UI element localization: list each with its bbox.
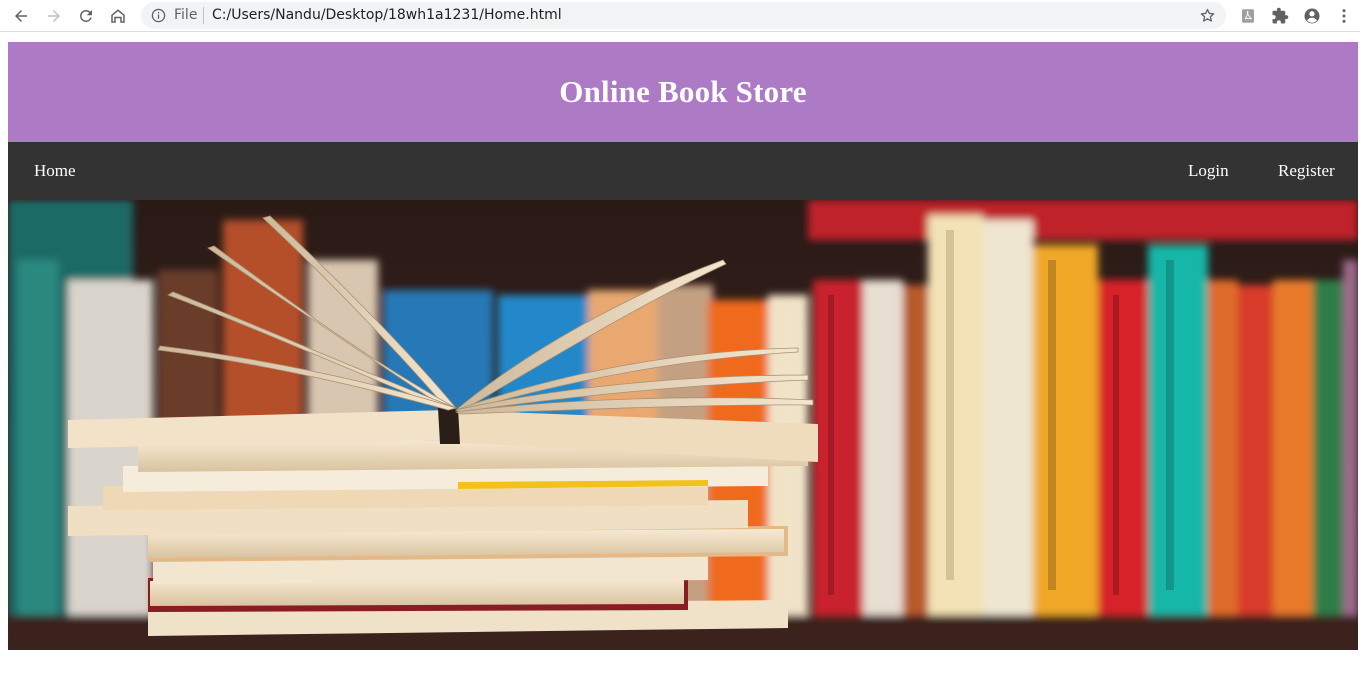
page-container: Online Book Store Home Login Register — [8, 42, 1358, 650]
forward-arrow-icon[interactable] — [42, 4, 66, 28]
account-icon[interactable] — [1300, 4, 1324, 28]
nav-home-link[interactable]: Home — [34, 142, 76, 200]
site-header: Online Book Store — [8, 42, 1358, 142]
books-banner — [8, 200, 1358, 650]
url-text[interactable]: C:/Users/Nandu/Desktop/18wh1a1231/Home.h… — [212, 8, 562, 23]
info-icon[interactable] — [151, 8, 166, 23]
nav-bar: Home Login Register — [8, 142, 1358, 200]
reload-icon[interactable] — [74, 4, 98, 28]
pdf-icon[interactable] — [1236, 4, 1260, 28]
menu-icon[interactable] — [1332, 4, 1356, 28]
puzzle-icon[interactable] — [1268, 4, 1292, 28]
hero-banner — [8, 200, 1358, 650]
address-bar[interactable]: File C:/Users/Nandu/Desktop/18wh1a1231/H… — [141, 2, 1226, 29]
home-icon[interactable] — [106, 4, 130, 28]
address-divider — [203, 7, 204, 24]
nav-register-link[interactable]: Register — [1278, 142, 1335, 200]
back-arrow-icon[interactable] — [9, 4, 33, 28]
browser-toolbar: File C:/Users/Nandu/Desktop/18wh1a1231/H… — [0, 0, 1360, 32]
scheme-label: File — [174, 7, 198, 23]
nav-login-link[interactable]: Login — [1188, 142, 1229, 200]
page-title: Online Book Store — [559, 74, 807, 109]
book-stack — [68, 408, 818, 636]
star-icon[interactable] — [1199, 7, 1216, 24]
